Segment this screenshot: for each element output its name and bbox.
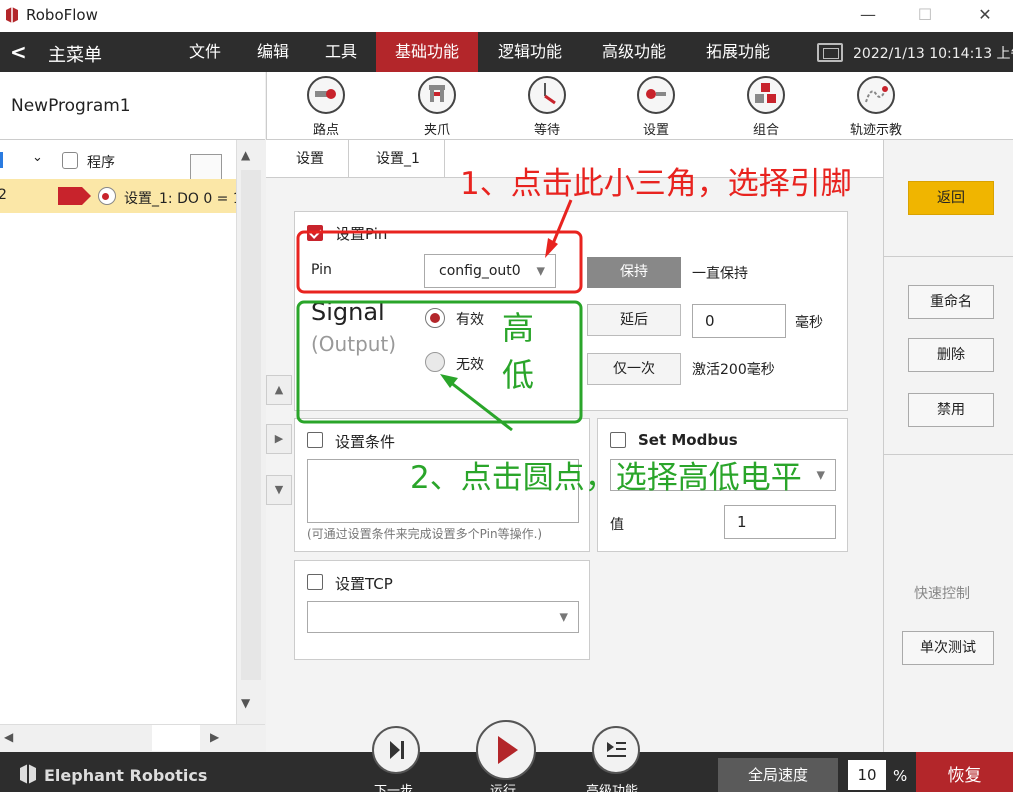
annotation-green-note: 2、点击圆点，选择高低电平 bbox=[410, 460, 802, 496]
annotation-low: 低 bbox=[502, 356, 535, 394]
annotation-high: 高 bbox=[502, 309, 535, 347]
annotation-arrows bbox=[296, 199, 583, 432]
